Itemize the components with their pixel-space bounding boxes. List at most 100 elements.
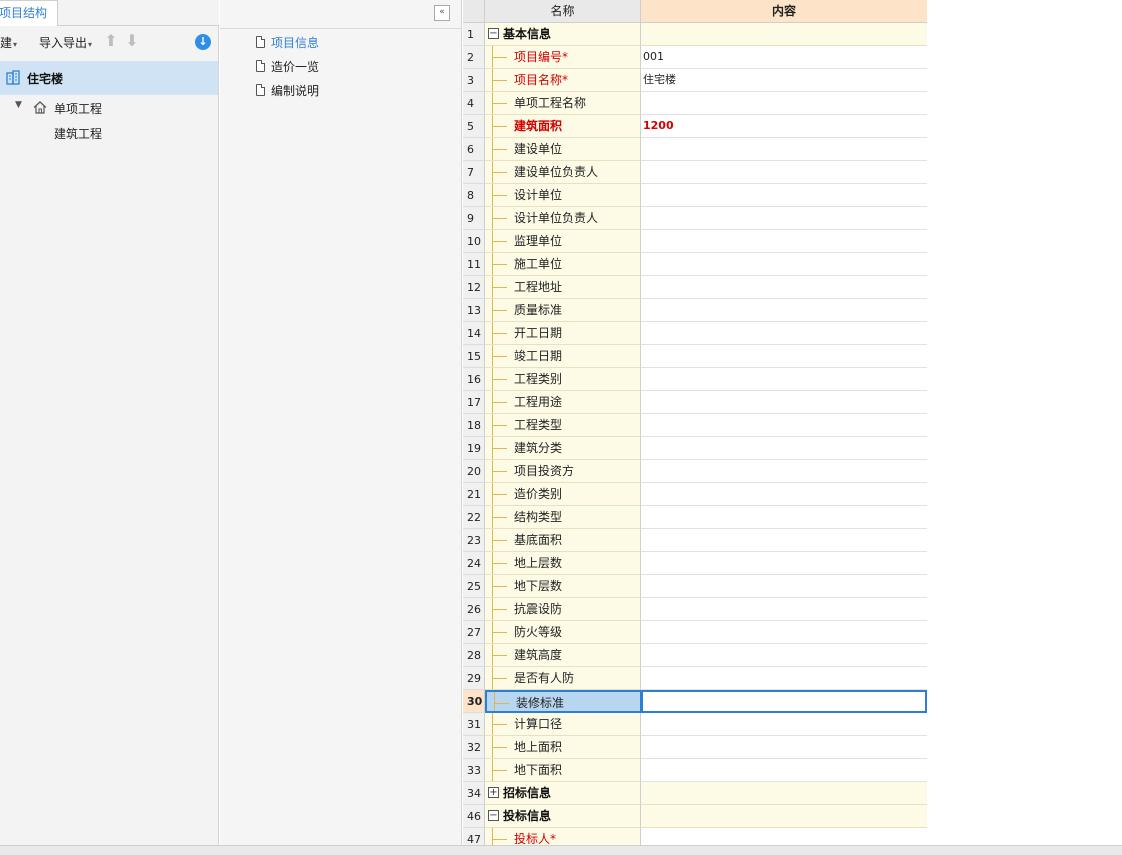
content-cell[interactable] <box>641 391 927 414</box>
tree-item-building-project[interactable]: 建筑工程 <box>54 125 102 142</box>
table-row[interactable]: 2 项目编号* 001 <box>463 46 927 69</box>
tree-item-root[interactable]: 住宅楼 <box>0 61 218 95</box>
table-row[interactable]: 17 工程用途 <box>463 391 927 414</box>
table-row[interactable]: 11 施工单位 <box>463 253 927 276</box>
content-cell[interactable]: 001 <box>641 46 927 69</box>
name-cell[interactable]: 计算口径 <box>485 713 641 736</box>
row-number[interactable]: 14 <box>463 322 485 345</box>
name-cell[interactable]: 施工单位 <box>485 253 641 276</box>
row-number[interactable]: 33 <box>463 759 485 782</box>
name-cell[interactable]: 基底面积 <box>485 529 641 552</box>
expand-icon[interactable]: + <box>488 787 499 798</box>
table-row[interactable]: 34 + 招标信息 <box>463 782 927 805</box>
table-row[interactable]: 47 投标人* <box>463 828 927 845</box>
table-row[interactable]: 32 地上面积 <box>463 736 927 759</box>
table-row[interactable]: 7 建设单位负责人 <box>463 161 927 184</box>
table-row[interactable]: 19 建筑分类 <box>463 437 927 460</box>
row-number[interactable]: 34 <box>463 782 485 805</box>
content-cell[interactable] <box>641 529 927 552</box>
row-number[interactable]: 11 <box>463 253 485 276</box>
name-cell[interactable]: 结构类型 <box>485 506 641 529</box>
table-row[interactable]: 15 竣工日期 <box>463 345 927 368</box>
table-row[interactable]: 30 装修标准 <box>463 690 927 713</box>
nav-item[interactable]: 编制说明 <box>256 82 319 102</box>
table-row[interactable]: 10 监理单位 <box>463 230 927 253</box>
content-cell[interactable] <box>641 92 927 115</box>
row-number[interactable]: 22 <box>463 506 485 529</box>
name-cell[interactable]: − 基本信息 <box>485 23 641 46</box>
content-cell[interactable] <box>641 805 927 828</box>
name-cell[interactable]: 抗震设防 <box>485 598 641 621</box>
row-number[interactable]: 9 <box>463 207 485 230</box>
column-header-name[interactable]: 名称 <box>485 0 641 23</box>
table-row[interactable]: 18 工程类型 <box>463 414 927 437</box>
row-number[interactable]: 32 <box>463 736 485 759</box>
content-cell[interactable] <box>641 23 927 46</box>
name-cell[interactable]: 项目投资方 <box>485 460 641 483</box>
name-cell[interactable]: 投标人* <box>485 828 641 845</box>
content-cell[interactable] <box>641 253 927 276</box>
content-cell[interactable] <box>641 161 927 184</box>
name-cell[interactable]: 工程地址 <box>485 276 641 299</box>
collapse-icon[interactable]: − <box>488 28 499 39</box>
name-cell[interactable]: 地下层数 <box>485 575 641 598</box>
content-cell[interactable] <box>641 207 927 230</box>
content-cell[interactable] <box>641 368 927 391</box>
content-cell[interactable] <box>641 299 927 322</box>
name-cell[interactable]: 建设单位 <box>485 138 641 161</box>
name-cell[interactable]: 监理单位 <box>485 230 641 253</box>
table-row[interactable]: 23 基底面积 <box>463 529 927 552</box>
table-row[interactable]: 14 开工日期 <box>463 322 927 345</box>
import-export-button[interactable]: 导入导出▾ <box>39 34 92 51</box>
name-cell[interactable]: 地上面积 <box>485 736 641 759</box>
table-row[interactable]: 27 防火等级 <box>463 621 927 644</box>
name-cell[interactable]: 建设单位负责人 <box>485 161 641 184</box>
content-cell[interactable] <box>641 828 927 845</box>
table-row[interactable]: 29 是否有人防 <box>463 667 927 690</box>
content-cell[interactable] <box>641 184 927 207</box>
content-cell[interactable] <box>641 782 927 805</box>
content-cell[interactable] <box>641 736 927 759</box>
content-cell[interactable] <box>641 322 927 345</box>
row-number[interactable]: 8 <box>463 184 485 207</box>
name-cell[interactable]: 地下面积 <box>485 759 641 782</box>
row-number[interactable]: 46 <box>463 805 485 828</box>
content-cell[interactable] <box>641 345 927 368</box>
tree-item-single-project[interactable]: 单项工程 <box>54 100 102 117</box>
table-row[interactable]: 16 工程类别 <box>463 368 927 391</box>
table-row[interactable]: 6 建设单位 <box>463 138 927 161</box>
table-row[interactable]: 31 计算口径 <box>463 713 927 736</box>
row-number[interactable]: 16 <box>463 368 485 391</box>
table-row[interactable]: 5 建筑面积 1200 <box>463 115 927 138</box>
content-cell[interactable] <box>641 460 927 483</box>
content-cell[interactable] <box>641 690 927 713</box>
name-cell[interactable]: 项目编号* <box>485 46 641 69</box>
name-cell[interactable]: 工程类型 <box>485 414 641 437</box>
row-number[interactable]: 28 <box>463 644 485 667</box>
download-icon[interactable]: ↓ <box>195 34 211 50</box>
content-cell[interactable] <box>641 414 927 437</box>
name-cell[interactable]: 造价类别 <box>485 483 641 506</box>
content-cell[interactable] <box>641 230 927 253</box>
content-cell[interactable] <box>641 644 927 667</box>
table-row[interactable]: 9 设计单位负责人 <box>463 207 927 230</box>
row-number[interactable]: 2 <box>463 46 485 69</box>
row-number[interactable]: 10 <box>463 230 485 253</box>
table-row[interactable]: 26 抗震设防 <box>463 598 927 621</box>
name-cell[interactable]: 设计单位负责人 <box>485 207 641 230</box>
content-cell[interactable] <box>641 138 927 161</box>
move-down-icon[interactable]: ⬇ <box>125 32 139 50</box>
content-cell[interactable]: 1200 <box>641 115 927 138</box>
table-row[interactable]: 12 工程地址 <box>463 276 927 299</box>
content-cell[interactable] <box>641 552 927 575</box>
row-number[interactable]: 7 <box>463 161 485 184</box>
name-cell[interactable]: 装修标准 <box>485 690 641 713</box>
row-number[interactable]: 24 <box>463 552 485 575</box>
row-number[interactable]: 21 <box>463 483 485 506</box>
table-row[interactable]: 1− 基本信息 <box>463 23 927 46</box>
content-cell[interactable] <box>641 506 927 529</box>
row-number[interactable]: 20 <box>463 460 485 483</box>
name-cell[interactable]: 设计单位 <box>485 184 641 207</box>
row-number[interactable]: 13 <box>463 299 485 322</box>
content-cell[interactable] <box>641 621 927 644</box>
